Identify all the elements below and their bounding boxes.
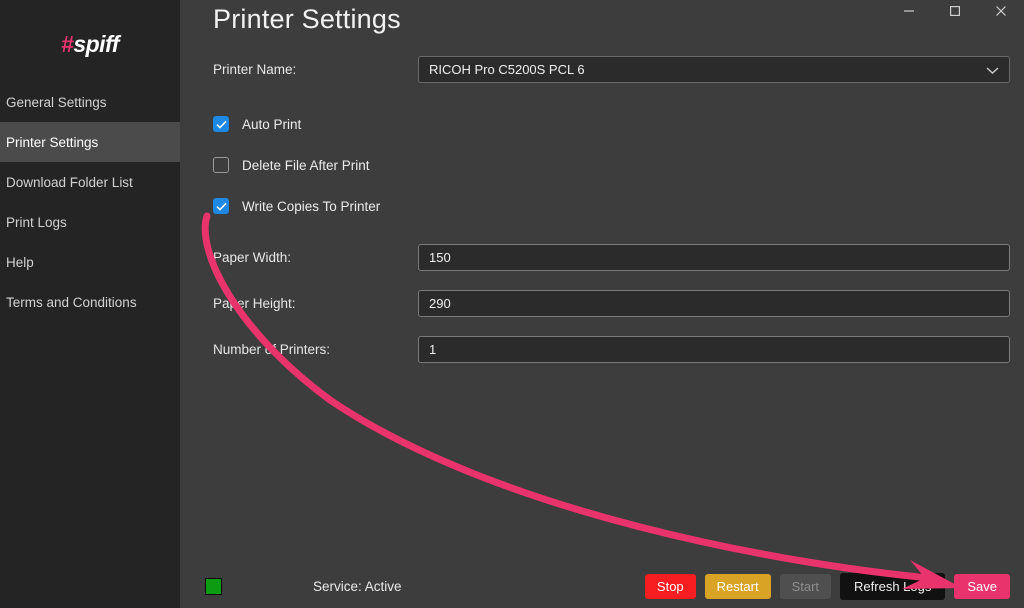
sidebar-nav: General Settings Printer Settings Downlo… [0,82,180,322]
sidebar-item-download-folder-list[interactable]: Download Folder List [0,162,180,202]
printer-settings-form: Printer Name: RICOH Pro C5200S PCL 6 Aut… [213,56,1010,382]
sidebar-item-label: Terms and Conditions [6,294,137,310]
paper-height-row: Paper Height: [213,290,1010,317]
stop-button[interactable]: Stop [644,573,696,599]
paper-width-label: Paper Width: [213,250,292,265]
app-window: #spiff General Settings Printer Settings… [0,0,1024,608]
delete-file-after-print-label: Delete File After Print [242,157,370,173]
action-button-group: Stop Restart Start Refresh Logs Save [644,572,1010,600]
write-copies-to-printer-checkbox-row[interactable]: Write Copies To Printer [213,196,1010,216]
minimize-button[interactable] [886,0,932,22]
write-copies-to-printer-label: Write Copies To Printer [242,198,381,214]
printer-name-label: Printer Name: [213,62,297,77]
delete-file-after-print-checkbox-row[interactable]: Delete File After Print [213,155,1010,175]
page-title: Printer Settings [213,4,401,34]
sidebar-item-label: Print Logs [6,214,67,230]
logo-word: spiff [73,30,119,57]
printer-name-row: Printer Name: RICOH Pro C5200S PCL 6 [213,56,1010,83]
service-status-indicator [205,577,222,595]
bottom-status-bar: Service: Active Stop Restart Start Refre… [180,564,1024,608]
app-logo: #spiff [0,0,180,82]
paper-width-row: Paper Width: [213,244,1010,271]
auto-print-checkbox-row[interactable]: Auto Print [213,114,1010,134]
restart-button[interactable]: Restart [704,573,771,599]
check-icon [215,120,227,129]
delete-file-after-print-checkbox[interactable] [213,157,229,173]
logo-hash: # [61,30,74,57]
check-icon [215,202,227,211]
paper-height-input[interactable] [418,290,1010,317]
save-button[interactable]: Save [954,573,1010,599]
close-button[interactable] [978,0,1024,22]
sidebar-item-label: Help [6,254,34,270]
main-content: Printer Settings Printer Name: RICOH Pro… [180,0,1024,608]
sidebar-item-general-settings[interactable]: General Settings [0,82,180,122]
paper-width-input[interactable] [418,244,1010,271]
close-icon [996,6,1006,16]
sidebar-item-print-logs[interactable]: Print Logs [0,202,180,242]
number-of-printers-input[interactable] [418,336,1010,363]
maximize-icon [950,6,961,17]
sidebar-item-terms-and-conditions[interactable]: Terms and Conditions [0,282,180,322]
service-status-text: Service: Active [313,578,402,594]
minimize-icon [904,10,914,12]
sidebar: #spiff General Settings Printer Settings… [0,0,180,608]
auto-print-label: Auto Print [242,116,302,132]
sidebar-item-printer-settings[interactable]: Printer Settings [0,122,180,162]
sidebar-item-help[interactable]: Help [0,242,180,282]
start-button: Start [779,573,832,599]
paper-height-label: Paper Height: [213,296,296,311]
sidebar-item-label: General Settings [6,94,107,110]
sidebar-item-label: Download Folder List [6,174,133,190]
maximize-button[interactable] [932,0,978,22]
printer-name-select[interactable]: RICOH Pro C5200S PCL 6 [418,56,1010,83]
number-of-printers-label: Number of Printers: [213,342,331,357]
number-of-printers-row: Number of Printers: [213,336,1010,363]
write-copies-to-printer-checkbox[interactable] [213,198,229,214]
auto-print-checkbox[interactable] [213,116,229,132]
chevron-down-icon [986,62,999,77]
refresh-logs-button[interactable]: Refresh Logs [840,572,946,600]
printer-name-value: RICOH Pro C5200S PCL 6 [429,62,585,77]
sidebar-item-label: Printer Settings [6,134,99,150]
